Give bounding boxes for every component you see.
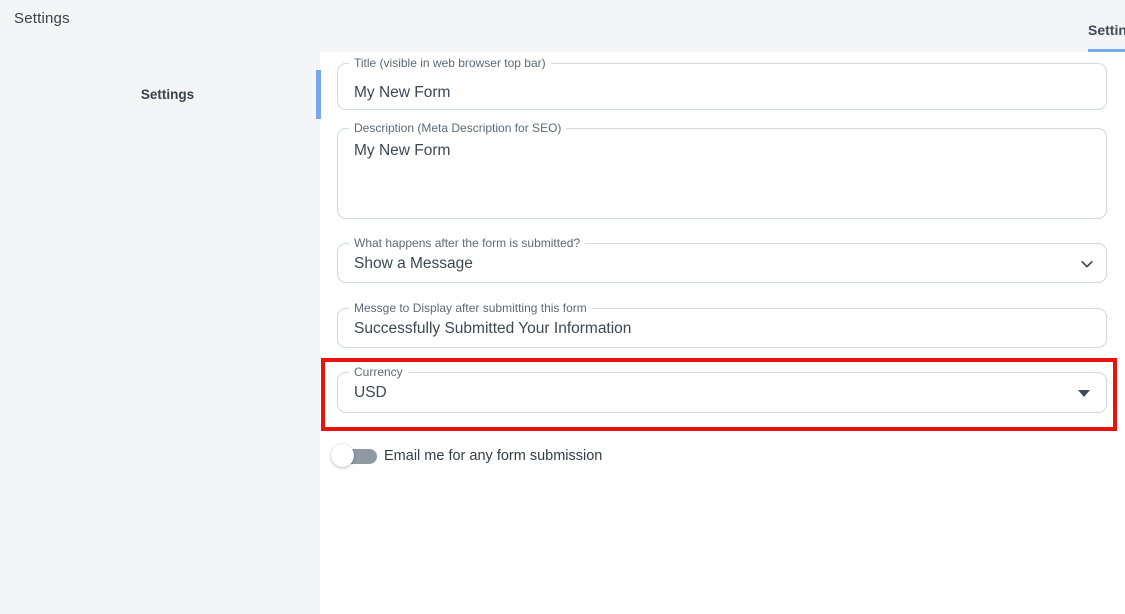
title-field-value[interactable]: My New Form	[354, 84, 450, 102]
after-submit-select-value[interactable]: Show a Message	[354, 255, 473, 273]
after-submit-select[interactable]: What happens after the form is submitted…	[337, 243, 1107, 283]
after-submit-select-label: What happens after the form is submitted…	[349, 236, 585, 250]
title-field[interactable]: Title (visible in web browser top bar) M…	[337, 63, 1107, 110]
description-field-value[interactable]: My New Form	[354, 142, 450, 160]
success-message-field[interactable]: Messge to Display after submitting this …	[337, 308, 1107, 348]
currency-select[interactable]: Currency USD	[337, 372, 1107, 413]
email-toggle-row: Email me for any form submission	[330, 443, 602, 469]
description-field[interactable]: Description (Meta Description for SEO) M…	[337, 128, 1107, 219]
sidebar-active-indicator	[316, 70, 321, 119]
email-toggle-switch[interactable]	[330, 443, 378, 469]
success-message-field-label: Messge to Display after submitting this …	[349, 301, 592, 315]
dropdown-caret-icon[interactable]	[1078, 390, 1090, 397]
page-title: Settings	[14, 10, 70, 27]
success-message-field-value[interactable]: Successfully Submitted Your Information	[354, 320, 631, 338]
currency-select-value[interactable]: USD	[354, 384, 387, 402]
tab-settings[interactable]: Settings	[1088, 22, 1125, 38]
email-toggle-label: Email me for any form submission	[384, 448, 602, 464]
sidebar-item-settings[interactable]: Settings	[80, 87, 255, 102]
chevron-down-icon[interactable]	[1080, 257, 1094, 271]
description-field-label: Description (Meta Description for SEO)	[349, 121, 566, 135]
toggle-thumb[interactable]	[331, 444, 354, 467]
currency-select-label: Currency	[349, 365, 408, 379]
title-field-label: Title (visible in web browser top bar)	[349, 56, 551, 70]
